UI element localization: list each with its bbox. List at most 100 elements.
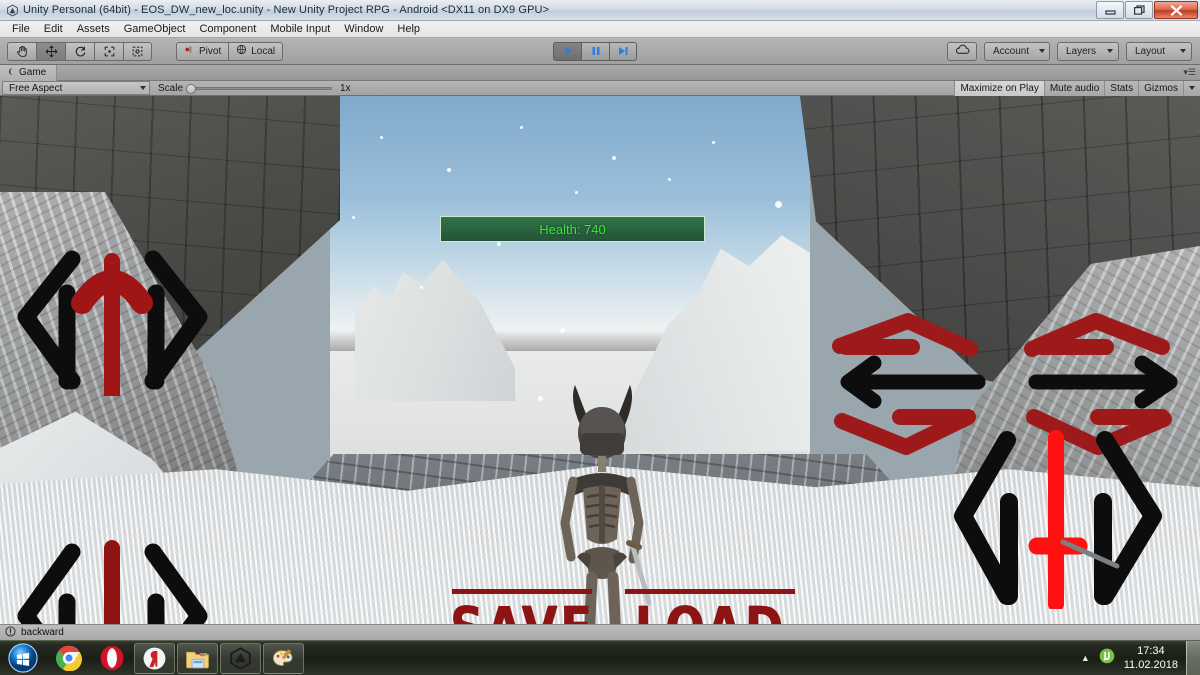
toolbar-right-group: Account Layers Layout <box>947 41 1192 61</box>
scale-slider-handle[interactable] <box>186 83 197 94</box>
rect-tool-button[interactable] <box>123 41 152 61</box>
unity-icon[interactable] <box>220 642 261 674</box>
unity-toolbar: Pivot Local Account Layers Layout <box>0 38 1200 65</box>
snow-particle <box>668 178 671 181</box>
minimize-button[interactable] <box>1096 1 1124 19</box>
pivot-icon <box>184 44 195 58</box>
panel-tab-strip: Game ▾☰ <box>0 64 1200 81</box>
menu-edit[interactable]: Edit <box>37 22 70 36</box>
snow-particle <box>612 156 616 160</box>
utorrent-icon[interactable] <box>1099 648 1115 669</box>
layers-dropdown[interactable]: Layers <box>1057 41 1119 61</box>
transform-tools <box>7 41 152 61</box>
account-dropdown[interactable]: Account <box>984 41 1050 61</box>
clock-time: 17:34 <box>1137 645 1165 657</box>
game-viewport[interactable]: Health: 740 <box>0 96 1200 624</box>
cloud-icon <box>955 42 970 60</box>
menu-mobile-input[interactable]: Mobile Input <box>263 22 337 36</box>
stats-button[interactable]: Stats <box>1104 80 1139 96</box>
snow-particle <box>497 242 501 246</box>
attack-button[interactable] <box>945 424 1190 612</box>
play-button[interactable] <box>553 41 581 61</box>
file-explorer-icon[interactable] <box>177 642 218 674</box>
chrome-icon[interactable] <box>48 643 89 674</box>
show-hidden-icons-button[interactable]: ▲ <box>1081 653 1090 663</box>
snow-particle <box>775 201 782 208</box>
menu-component[interactable]: Component <box>192 22 263 36</box>
layout-dropdown[interactable]: Layout <box>1126 41 1192 61</box>
maximize-on-play-button[interactable]: Maximize on Play <box>954 80 1044 96</box>
gizmos-dropdown[interactable] <box>1183 80 1200 96</box>
scale-label: Scale <box>158 82 184 94</box>
save-button-label: SAVE <box>450 591 592 624</box>
load-button-label: LOAD <box>625 591 795 624</box>
chevron-down-icon <box>140 86 146 90</box>
pivot-label: Pivot <box>199 45 222 57</box>
chevron-down-icon <box>1039 49 1046 53</box>
tab-game-label: Game <box>19 67 47 78</box>
save-button[interactable]: SAVE <box>450 584 592 624</box>
warning-icon <box>5 624 16 642</box>
snow-particle <box>560 328 565 333</box>
scale-slider[interactable] <box>186 83 333 94</box>
playback-controls <box>553 41 637 61</box>
gizmos-button[interactable]: Gizmos <box>1138 80 1183 96</box>
game-view-icon <box>6 67 15 79</box>
status-message: backward <box>21 627 64 638</box>
snow-particle <box>352 216 355 219</box>
chevron-down-icon <box>1189 86 1195 90</box>
layout-label: Layout <box>1135 45 1166 57</box>
load-button[interactable]: LOAD <box>625 584 795 624</box>
opera-icon[interactable] <box>91 643 132 674</box>
hand-tool-button[interactable] <box>7 41 36 61</box>
chevron-down-icon <box>1107 49 1113 53</box>
local-button[interactable]: Local <box>228 41 284 61</box>
tab-game[interactable]: Game <box>0 64 58 81</box>
start-button[interactable] <box>0 642 46 675</box>
scale-tool-button[interactable] <box>94 41 123 61</box>
menu-assets[interactable]: Assets <box>70 22 117 36</box>
panel-options-icon[interactable]: ▾☰ <box>1183 67 1196 78</box>
health-bar: Health: 740 <box>440 216 705 242</box>
windows-taskbar: ▲ 17:34 11.02.2018 <box>0 640 1200 675</box>
snow-particle <box>380 136 383 139</box>
window-title: Unity Personal (64bit) - EOS_DW_new_loc.… <box>23 4 550 16</box>
show-desktop-button[interactable] <box>1186 641 1200 675</box>
game-view-toolbar: Free Aspect Scale 1x Maximize on Play Mu… <box>0 80 1200 96</box>
aspect-ratio-dropdown[interactable]: Free Aspect <box>2 81 150 95</box>
snow-particle <box>420 286 423 289</box>
paint-icon[interactable] <box>263 642 304 674</box>
mute-audio-button[interactable]: Mute audio <box>1043 80 1105 96</box>
pivot-button[interactable]: Pivot <box>176 41 229 61</box>
pause-button[interactable] <box>581 41 609 61</box>
cloud-services-button[interactable] <box>947 41 977 61</box>
globe-icon <box>236 44 247 58</box>
unity-icon <box>5 3 19 17</box>
aspect-ratio-value: Free Aspect <box>9 82 63 94</box>
snow-particle <box>520 126 523 129</box>
yandex-browser-icon[interactable] <box>134 642 175 674</box>
clock[interactable]: 17:34 11.02.2018 <box>1124 644 1178 672</box>
menu-file[interactable]: File <box>5 22 37 36</box>
menu-gameobject[interactable]: GameObject <box>117 22 193 36</box>
move-backward-button[interactable] <box>10 536 215 624</box>
restore-button[interactable] <box>1125 1 1153 19</box>
step-button[interactable] <box>609 41 637 61</box>
close-button[interactable] <box>1154 1 1198 19</box>
status-bar[interactable]: backward <box>0 624 1200 640</box>
move-forward-button[interactable] <box>10 231 215 404</box>
rotate-tool-button[interactable] <box>65 41 94 61</box>
snow-particle <box>447 168 451 172</box>
pivot-rotation-group: Pivot Local <box>176 41 284 61</box>
chevron-down-icon <box>1180 49 1186 53</box>
menu-help[interactable]: Help <box>390 22 427 36</box>
account-label: Account <box>993 45 1030 57</box>
menu-bar: File Edit Assets GameObject Component Mo… <box>0 21 1200 38</box>
title-bar: Unity Personal (64bit) - EOS_DW_new_loc.… <box>0 0 1200 21</box>
menu-window[interactable]: Window <box>337 22 390 36</box>
move-tool-button[interactable] <box>36 41 65 61</box>
snow-particle <box>712 141 715 144</box>
snow-particle <box>538 396 543 401</box>
unity-editor-window: Unity Personal (64bit) - EOS_DW_new_loc.… <box>0 0 1200 675</box>
layers-label: Layers <box>1066 45 1097 57</box>
